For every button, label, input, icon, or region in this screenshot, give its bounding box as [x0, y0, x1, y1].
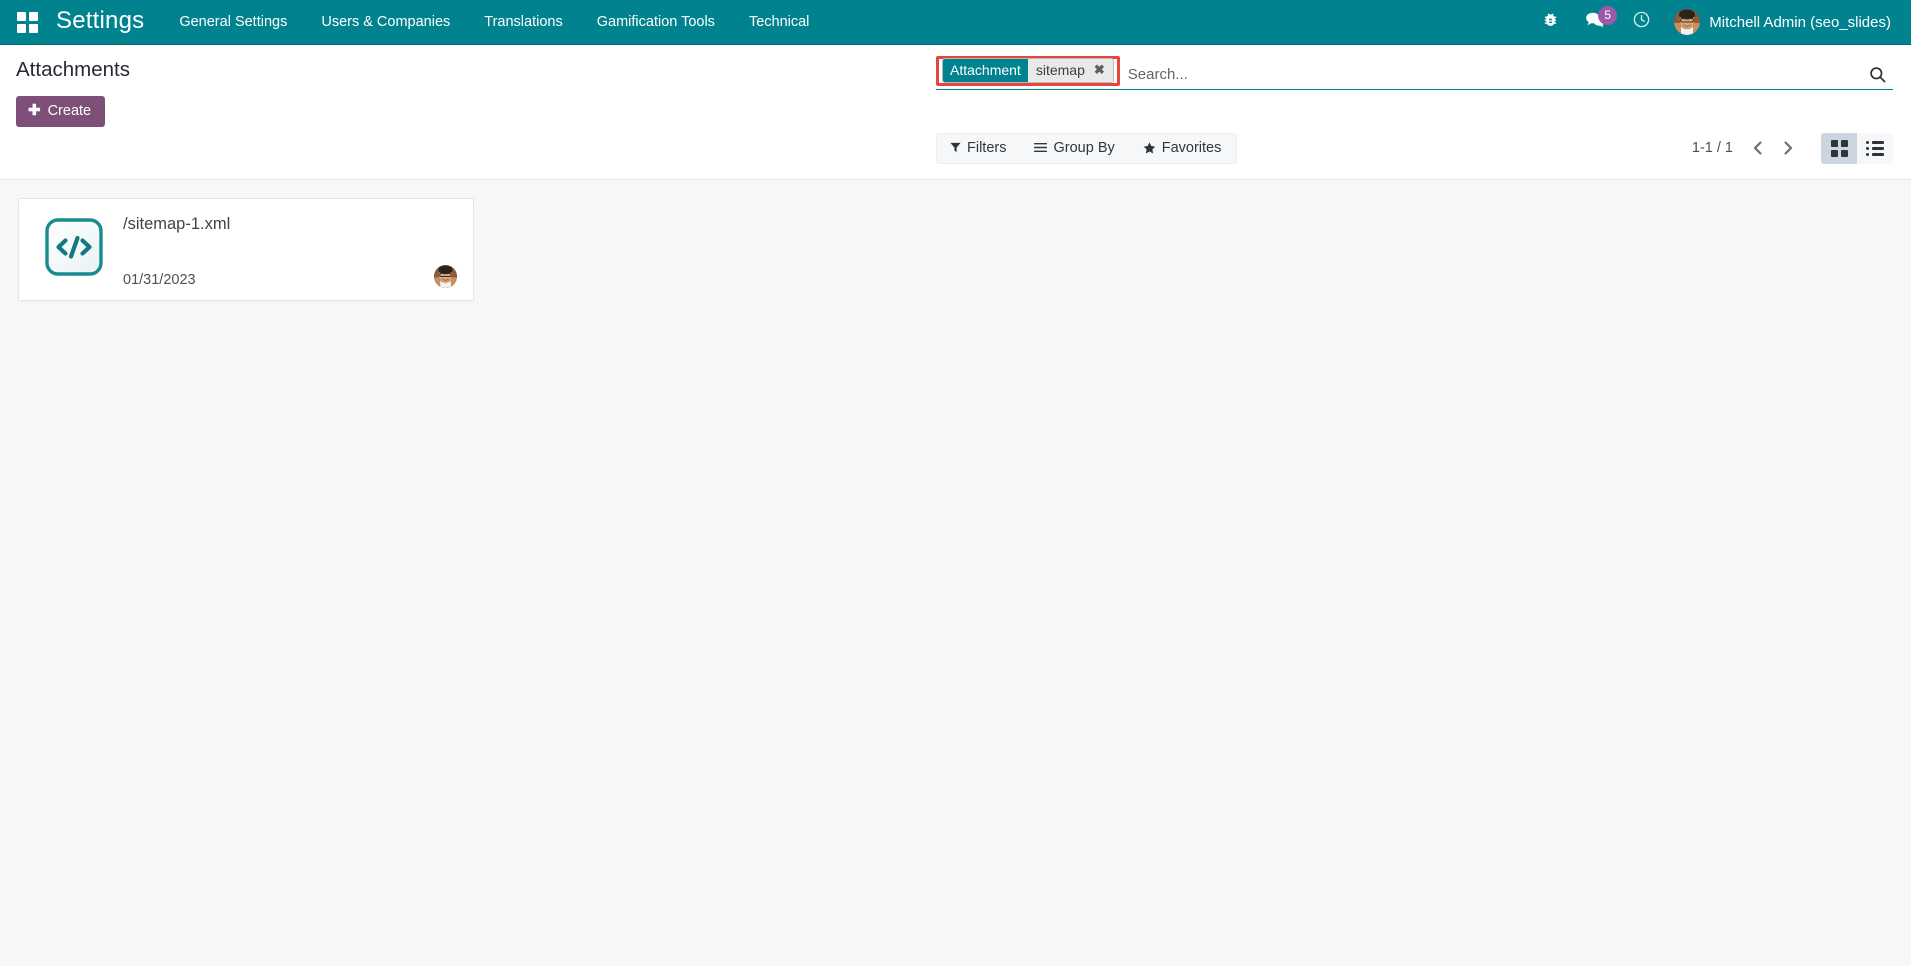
favorites-label: Favorites: [1162, 140, 1222, 156]
user-name-label: Mitchell Admin (seo_slides): [1709, 14, 1891, 31]
group-by-label: Group By: [1053, 140, 1114, 156]
funnel-icon: [950, 142, 961, 153]
messages-count-badge: 5: [1598, 6, 1617, 25]
pager-range[interactable]: 1-1 / 1: [1682, 140, 1743, 156]
debug-menu-button[interactable]: [1529, 0, 1572, 45]
filter-menu-bar: Filters Group By Favorit: [936, 133, 1237, 164]
bug-icon: [1542, 11, 1559, 33]
create-button-label: Create: [48, 103, 92, 119]
control-panel-bottom-row: Filters Group By Favorit: [0, 127, 1911, 164]
facet-label: Attachment: [943, 59, 1028, 82]
view-button-kanban[interactable]: [1821, 133, 1857, 164]
filters-dropdown[interactable]: Filters: [937, 134, 1021, 163]
pager-and-views: 1-1 / 1: [1682, 133, 1893, 164]
control-panel: Attachments ✚ Create Attachment sitemap …: [0, 45, 1911, 180]
menu-item-technical[interactable]: Technical: [732, 0, 826, 45]
kanban-card-date: 01/31/2023: [123, 272, 196, 288]
control-panel-left: Attachments ✚ Create: [16, 59, 936, 127]
facet-value: sitemap: [1028, 59, 1090, 82]
control-panel-top-row: Attachments ✚ Create Attachment sitemap …: [0, 45, 1911, 127]
group-by-dropdown[interactable]: Group By: [1021, 134, 1129, 163]
search-facet-attachment[interactable]: Attachment sitemap ✖: [942, 58, 1114, 83]
activities-button[interactable]: [1619, 0, 1664, 45]
favorites-dropdown[interactable]: Favorites: [1130, 134, 1237, 163]
apps-grid-icon: [17, 12, 38, 33]
list-icon: [1866, 141, 1884, 156]
kanban-card-body: /sitemap-1.xml 01/31/2023: [123, 213, 457, 288]
chevron-right-icon[interactable]: [1773, 133, 1803, 163]
apps-menu-button[interactable]: [10, 5, 44, 39]
menu-item-general-settings[interactable]: General Settings: [162, 0, 304, 45]
kanban-card-title: /sitemap-1.xml: [123, 215, 457, 234]
chevron-left-icon[interactable]: [1743, 133, 1773, 163]
navbar-right-tools: 5: [1529, 0, 1911, 44]
facet-highlight-box: Attachment sitemap ✖: [936, 56, 1120, 86]
avatar: [1674, 9, 1700, 35]
app-brand-settings[interactable]: Settings: [48, 7, 162, 38]
menu-item-gamification-tools[interactable]: Gamification Tools: [580, 0, 732, 45]
kanban-view: /sitemap-1.xml 01/31/2023: [0, 180, 1911, 966]
star-icon: [1143, 142, 1156, 154]
avatar[interactable]: [434, 265, 457, 288]
close-icon[interactable]: ✖: [1090, 59, 1113, 82]
list-lines-icon: [1034, 142, 1047, 153]
kanban-card[interactable]: /sitemap-1.xml 01/31/2023: [18, 198, 474, 301]
view-button-list[interactable]: [1857, 133, 1893, 164]
clock-icon: [1632, 10, 1651, 34]
messages-button[interactable]: 5: [1572, 0, 1619, 45]
code-file-icon: [43, 216, 105, 278]
filters-label: Filters: [967, 140, 1006, 156]
menu-item-translations[interactable]: Translations: [467, 0, 579, 45]
menu-item-users-companies[interactable]: Users & Companies: [304, 0, 467, 45]
view-switcher: [1821, 133, 1893, 164]
pager: 1-1 / 1: [1682, 133, 1803, 163]
search-input[interactable]: [1120, 59, 1858, 89]
kanban-icon: [1831, 140, 1848, 157]
create-button[interactable]: ✚ Create: [16, 96, 105, 127]
top-navbar: Settings General Settings Users & Compan…: [0, 0, 1911, 45]
page-title: Attachments: [16, 59, 936, 82]
plus-icon: ✚: [28, 103, 41, 118]
navbar-menu: General Settings Users & Companies Trans…: [162, 0, 826, 44]
search-bar: Attachment sitemap ✖: [936, 59, 1893, 90]
user-menu-button[interactable]: Mitchell Admin (seo_slides): [1664, 0, 1897, 45]
search-icon[interactable]: [1858, 59, 1893, 89]
search-panel: Attachment sitemap ✖: [936, 59, 1893, 90]
kanban-card-footer: 01/31/2023: [123, 265, 457, 288]
